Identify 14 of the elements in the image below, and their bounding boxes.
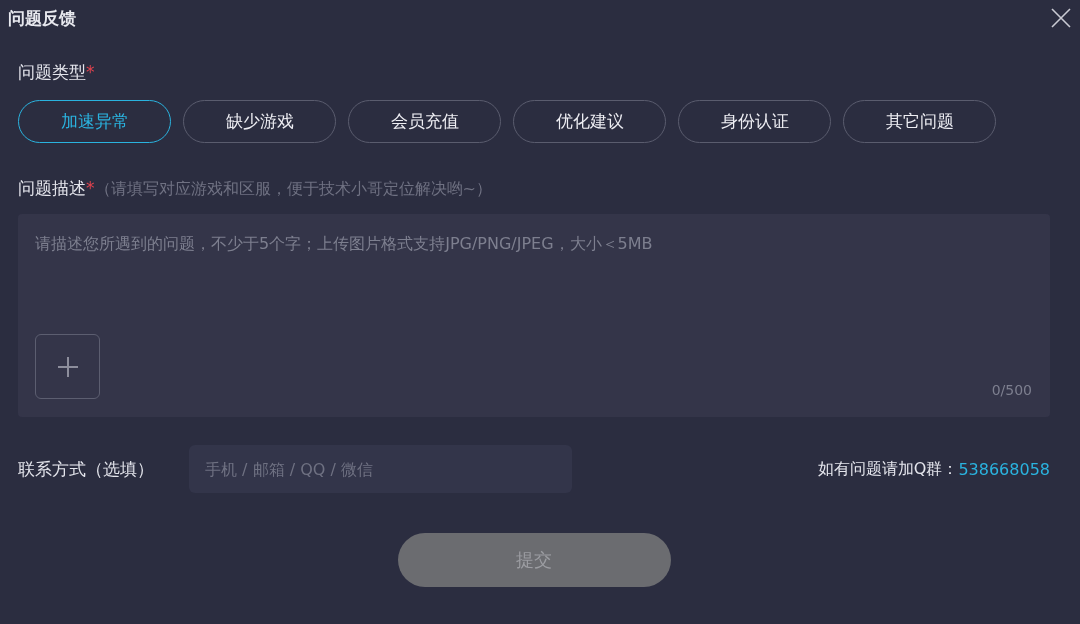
group-number: 538668058 <box>958 459 1050 479</box>
field-label: 问题类型 <box>18 62 86 82</box>
required-mark: * <box>86 62 95 82</box>
group-label: 如有问题请加Q群： <box>817 458 959 480</box>
field-label: 联系方式（选填） <box>18 457 155 481</box>
hint-text: （请填写对应游戏和区服，便于技术小哥定位解决哟~） <box>94 179 492 200</box>
close-icon[interactable] <box>1050 7 1072 29</box>
contact-field[interactable]: 手机 / 邮箱 / QQ / 微信 <box>189 445 572 493</box>
field-label: 问题描述 <box>18 178 86 198</box>
required-mark: * <box>86 178 95 198</box>
window-title: 问题反馈 <box>8 6 76 30</box>
description-field[interactable]: 请描述您所遇到的问题，不少于5个字；上传图片格式支持JPG/PNG/JPEG，大小＜5MB <box>35 234 1032 258</box>
char-counter: 0/500 <box>991 382 1032 398</box>
plus-icon <box>55 354 80 379</box>
